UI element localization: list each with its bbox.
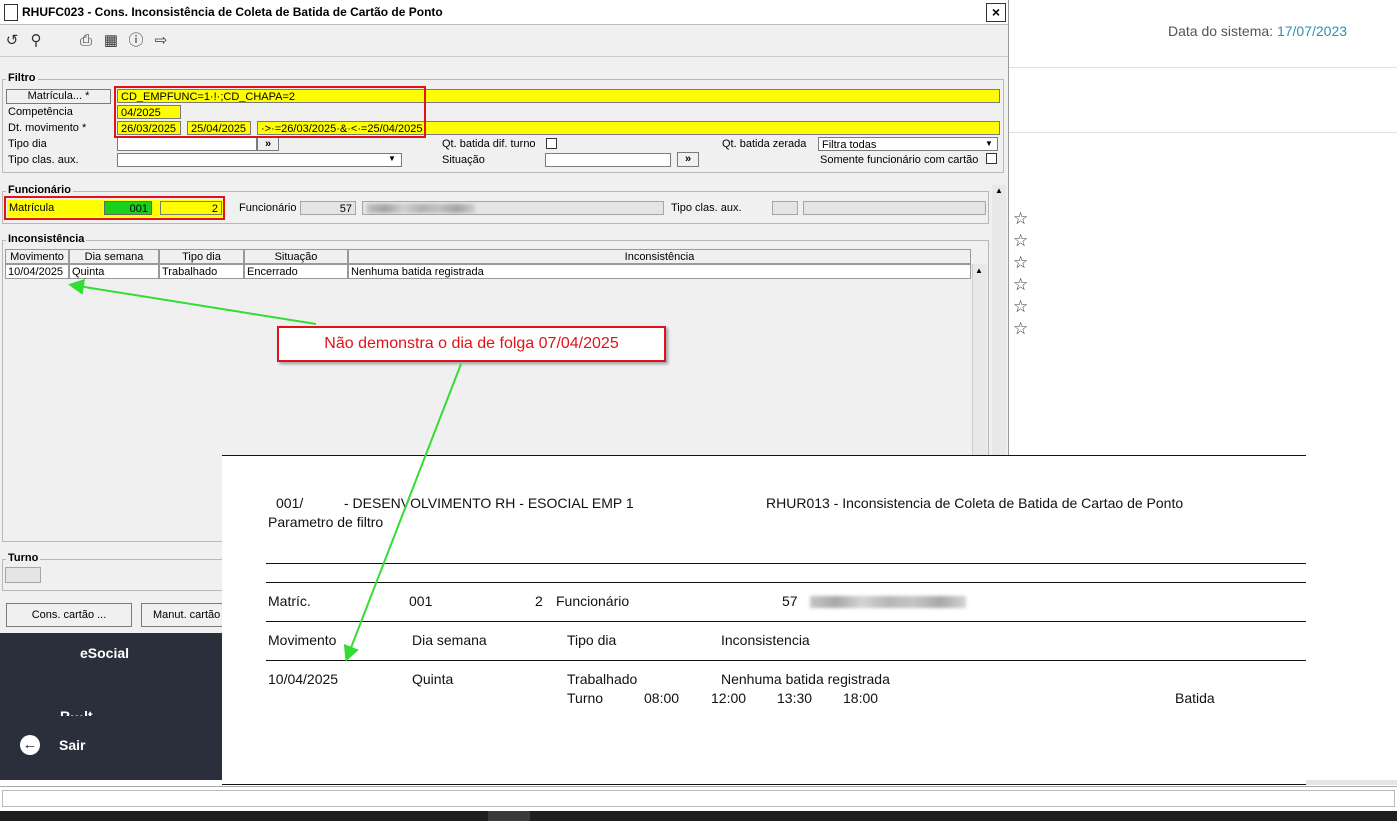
edge-strip [1306,780,1397,785]
status-bar [0,786,1397,811]
taskbar-item[interactable] [488,811,530,821]
status-field [2,790,1395,807]
arrow-to-report-row [343,363,462,662]
arrow-to-grid-row [68,278,317,325]
annotation-arrows [68,278,462,662]
taskbar [0,811,1397,821]
